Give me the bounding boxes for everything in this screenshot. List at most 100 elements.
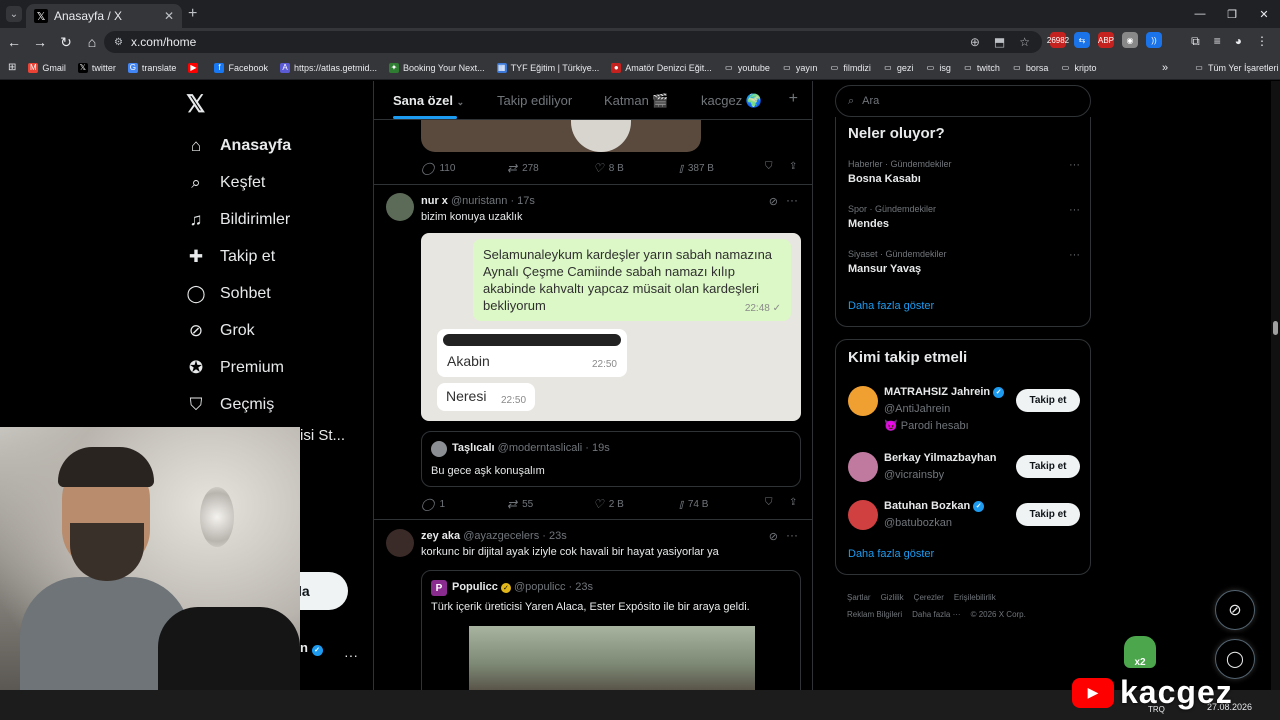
trend-item[interactable]: Spor · Gündemdekiler Mendes ··· <box>848 204 1080 230</box>
like-button[interactable]: ♡ 8 B <box>593 161 624 175</box>
repost-button[interactable]: ⇄ 55 <box>507 497 533 511</box>
bookmark-post-icon[interactable]: ⛉ <box>765 497 773 508</box>
avatar[interactable] <box>848 452 878 482</box>
messages-fab-icon[interactable]: ◯ <box>1215 639 1255 679</box>
post-image[interactable]: Selamunaleykum kardeşler yarın sabah nam… <box>421 233 801 421</box>
footer-link[interactable]: Erişilebilirlik <box>954 593 996 602</box>
tab-katman[interactable]: Katman 🎬 <box>604 93 669 109</box>
bookmark-item[interactable]: ● Amatör Denizci Eğit... <box>611 62 712 73</box>
avatar[interactable] <box>848 386 878 416</box>
more-icon[interactable]: ··· <box>786 193 798 207</box>
avatar[interactable] <box>848 500 878 530</box>
follow-suggestion[interactable]: Berkay Yilmazbayhan @vicrainsby Takip et <box>848 450 1080 490</box>
bookmark-item[interactable]: M Gmail <box>28 62 66 73</box>
reading-list-icon[interactable]: ≡ <box>1214 34 1221 49</box>
bookmark-item[interactable]: f Facebook <box>214 62 268 73</box>
bookmark-item[interactable]: Gtranslate <box>127 62 176 73</box>
sidebar-item-bell[interactable]: ♫ Bildirimler <box>186 201 291 238</box>
grok-icon[interactable]: ⊘ <box>769 530 778 543</box>
account-switcher[interactable]: n ✓ <box>300 640 323 656</box>
star-icon[interactable]: ☆ <box>1019 35 1030 49</box>
extension-icon[interactable]: )) <box>1146 32 1162 48</box>
extension-icon[interactable]: ABP <box>1098 32 1114 48</box>
bookmark-item[interactable]: ▭ filmdizi <box>829 63 871 73</box>
sidebar-item-home[interactable]: ⌂ Anasayfa <box>186 127 291 164</box>
follow-suggestion[interactable]: MATRAHSIZ Jahrein ✓ @AntiJahrein 😈 Parodi h… <box>848 384 1080 432</box>
bookmark-item[interactable]: ▭ isg <box>925 63 951 73</box>
sidebar-item-bookmark[interactable]: ⛉ Geçmiş <box>186 386 291 423</box>
post-image-partial[interactable] <box>421 120 701 152</box>
tab-kacgez[interactable]: kacgez 🌍 <box>701 93 762 109</box>
page-scrollbar[interactable] <box>1271 81 1280 690</box>
bookmark-item[interactable]: ▭ youtube <box>724 63 770 73</box>
views-button[interactable]: ⫾ 74 B <box>679 497 708 512</box>
bookmark-item[interactable]: ▶ <box>188 62 202 73</box>
avatar[interactable] <box>386 193 414 221</box>
restore-icon[interactable]: ❐ <box>1216 0 1248 28</box>
quoted-photo[interactable] <box>469 626 755 690</box>
author-handle-time[interactable]: @ayazgecelers · 23s <box>463 530 567 542</box>
site-info-icon[interactable]: ⚙ <box>114 37 123 48</box>
url-bar[interactable]: ⚙ x.com/home ⊕ ⬒ ☆ <box>104 31 1042 53</box>
grok-icon[interactable]: ⊘ <box>769 195 778 208</box>
account-more-icon[interactable]: ··· <box>344 647 358 663</box>
bookmark-item[interactable]: ▦ TYF Eğitim | Türkiye... <box>496 62 599 73</box>
grok-fab-icon[interactable]: ⊘ <box>1215 590 1255 630</box>
tab-following[interactable]: Takip ediliyor <box>497 93 572 108</box>
install-icon[interactable]: ⬒ <box>994 35 1005 49</box>
bookmark-item[interactable]: ▭ kripto <box>1060 63 1097 73</box>
x-logo-icon[interactable]: 𝕏 <box>186 90 205 119</box>
bookmark-post-icon[interactable]: ⛉ <box>765 161 773 172</box>
reply-button[interactable]: ◯ 110 <box>421 161 455 175</box>
sidebar-item-premium[interactable]: ✪ Premium <box>186 349 291 386</box>
new-tab-icon[interactable]: + <box>188 5 197 23</box>
footer-link[interactable]: Reklam Bilgileri <box>847 610 902 619</box>
suggestion-name[interactable]: MATRAHSIZ Jahrein <box>884 386 990 398</box>
bookmark-item[interactable]: ✦ Booking Your Next... <box>389 62 485 73</box>
bookmark-item[interactable]: ▭ twitch <box>963 63 1000 73</box>
like-button[interactable]: ♡ 2 B <box>593 497 624 511</box>
share-icon[interactable]: ⇪ <box>789 161 797 172</box>
bookmark-item[interactable]: 𝕏twitter <box>77 62 116 73</box>
profile-avatar-icon[interactable]: ◕ <box>1235 34 1242 49</box>
bookmark-item[interactable]: ▭ gezi <box>883 63 913 73</box>
minimize-icon[interactable]: — <box>1184 0 1216 28</box>
share-icon[interactable]: ⇪ <box>789 497 797 508</box>
footer-link[interactable]: © 2026 X Corp. <box>971 610 1026 619</box>
tab-search-icon[interactable]: ⌄ <box>6 6 22 22</box>
more-icon[interactable]: ··· <box>1069 249 1080 261</box>
browser-menu-icon[interactable]: ⋮ <box>1256 34 1268 49</box>
zoom-icon[interactable]: ⊕ <box>970 35 980 49</box>
sidebar-item-search[interactable]: ⌕ Keşfet <box>186 164 291 201</box>
author-name[interactable]: nur x <box>421 195 448 207</box>
tab-for-you[interactable]: Sana özel ⌄ <box>393 93 464 108</box>
bookmark-item[interactable]: ▭ borsa <box>1012 63 1048 73</box>
extension-icon[interactable]: 26982 <box>1047 32 1069 48</box>
more-icon[interactable]: ··· <box>1069 159 1080 171</box>
window-close-icon[interactable]: ✕ <box>1248 0 1280 28</box>
back-icon[interactable]: ← <box>2 30 26 54</box>
bookmark-item[interactable]: ▭ yayın <box>782 63 817 73</box>
sidebar-item-partial[interactable]: isi St... <box>300 427 345 444</box>
apps-grid-icon[interactable]: ⊞ <box>8 62 16 73</box>
sidebar-item-chat[interactable]: ◯ Sohbet <box>186 275 291 312</box>
follow-button[interactable]: Takip et <box>1016 455 1080 478</box>
author-handle-time[interactable]: @nuristann · 17s <box>451 195 535 207</box>
extensions-puzzle-icon[interactable]: ⧉ <box>1191 34 1200 49</box>
reload-icon[interactable]: ↻ <box>54 30 78 54</box>
footer-link[interactable]: Gizlilik <box>881 593 904 602</box>
sidebar-item-grok[interactable]: ⊘ Grok <box>186 312 291 349</box>
all-bookmarks-folder[interactable]: ▭ Tüm Yer İşaretleri <box>1194 63 1278 73</box>
more-icon[interactable]: ··· <box>786 528 798 542</box>
bookmarks-overflow-icon[interactable]: » <box>1162 62 1168 74</box>
add-tab-icon[interactable]: + <box>789 90 798 108</box>
show-more-follow-link[interactable]: Daha fazla göster <box>848 548 934 560</box>
suggestion-name[interactable]: Berkay Yilmazbayhan <box>884 452 997 464</box>
views-button[interactable]: ⫾ 387 B <box>679 161 714 176</box>
sidebar-item-follow[interactable]: ✚ Takip et <box>186 238 291 275</box>
trend-item[interactable]: Haberler · Gündemdekiler Bosna Kasabı ··· <box>848 159 1080 185</box>
home-browser-icon[interactable]: ⌂ <box>80 30 104 54</box>
suggestion-name[interactable]: Batuhan Bozkan <box>884 500 970 512</box>
reply-button[interactable]: ◯ 1 <box>421 497 445 511</box>
forward-icon[interactable]: → <box>28 30 52 54</box>
